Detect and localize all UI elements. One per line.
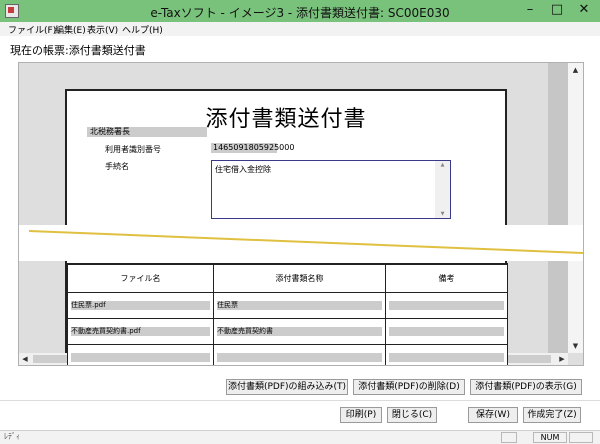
procedure-textarea[interactable]: 住宅借入金控除 ▲ ▼ xyxy=(211,160,451,219)
attachment-name-cell xyxy=(217,352,382,362)
header-file-name: ファイル名 xyxy=(67,263,214,293)
attachment-name-cell: 不動産売買契約書 xyxy=(217,326,382,336)
close-button[interactable]: 閉じる(C) xyxy=(387,407,437,423)
procedure-label: 手続名 xyxy=(105,162,129,171)
scroll-up-arrow-icon[interactable]: ▲ xyxy=(568,63,583,77)
delete-pdf-button[interactable]: 添付書類(PDF)の削除(D) xyxy=(353,379,465,395)
num-lock-indicator: NUM xyxy=(533,432,567,443)
page-break-line xyxy=(28,230,583,254)
window-title: e-Taxソフト - イメージ3 - 添付書類送付書: SC00E030 xyxy=(150,6,450,20)
menu-view[interactable]: 表示(V) xyxy=(87,23,118,36)
user-id-label: 利用者識別番号 xyxy=(105,145,161,154)
menu-file[interactable]: ファイル(F) xyxy=(8,23,56,36)
file-name-cell xyxy=(71,352,210,362)
vertical-scrollbar[interactable] xyxy=(568,63,583,353)
procedure-scroll-down-icon[interactable]: ▼ xyxy=(435,210,450,218)
tax-office-field: 北税務署長 xyxy=(87,127,207,137)
table-row: 住民票.pdf 住民票 xyxy=(67,291,508,319)
scroll-right-arrow-icon[interactable]: ▶ xyxy=(556,353,568,365)
document-scroll-area[interactable]: ▲ ▼ ◀ ▶ 添付書類送付書 北税務署長 利用者識別番号 1465091805… xyxy=(18,62,584,366)
current-form-label: 現在の帳票:添付書類送付書 xyxy=(10,44,146,57)
header-attachment-name: 添付書類名称 xyxy=(213,263,386,293)
close-window-button[interactable]: ✕ xyxy=(573,2,595,18)
scroll-left-arrow-icon[interactable]: ◀ xyxy=(19,353,31,365)
maximize-button[interactable]: □ xyxy=(546,2,568,18)
status-panel xyxy=(569,432,593,443)
file-name-cell: 住民票.pdf xyxy=(71,300,210,310)
attach-pdf-button[interactable]: 添付書類(PDF)の組み込み(T) xyxy=(226,379,348,395)
minimize-button[interactable]: – xyxy=(519,2,541,18)
status-text: ﾚﾃﾞｨ xyxy=(4,432,20,441)
show-pdf-button[interactable]: 添付書類(PDF)の表示(G) xyxy=(470,379,582,395)
table-row: 不動産売買契約書.pdf 不動産売買契約書 xyxy=(67,317,508,345)
save-button[interactable]: 保存(W) xyxy=(468,407,518,423)
remarks-cell xyxy=(389,352,504,362)
separator xyxy=(0,400,600,401)
remarks-cell xyxy=(389,326,504,336)
procedure-scroll-up-icon[interactable]: ▲ xyxy=(435,161,450,169)
user-id-field: 1465091805925000 xyxy=(211,143,295,153)
vertical-scroll-track[interactable] xyxy=(548,63,568,353)
attachment-table: ファイル名 添付書類名称 備考 住民票.pdf 住民票 不動産売買契約書.pdf… xyxy=(67,263,508,365)
remarks-cell xyxy=(389,300,504,310)
print-button[interactable]: 印刷(P) xyxy=(340,407,382,423)
procedure-value: 住宅借入金控除 xyxy=(215,165,271,174)
menu-help[interactable]: ヘルプ(H) xyxy=(122,23,163,36)
header-remarks: 備考 xyxy=(385,263,508,293)
app-icon[interactable] xyxy=(5,4,19,18)
status-panel xyxy=(501,432,517,443)
menu-edit[interactable]: 編集(E) xyxy=(55,23,86,36)
complete-button[interactable]: 作成完了(Z) xyxy=(523,407,581,423)
attachment-name-cell: 住民票 xyxy=(217,300,382,310)
scroll-down-arrow-icon[interactable]: ▼ xyxy=(568,339,583,353)
file-name-cell: 不動産売買契約書.pdf xyxy=(71,326,210,336)
table-row xyxy=(67,343,508,365)
